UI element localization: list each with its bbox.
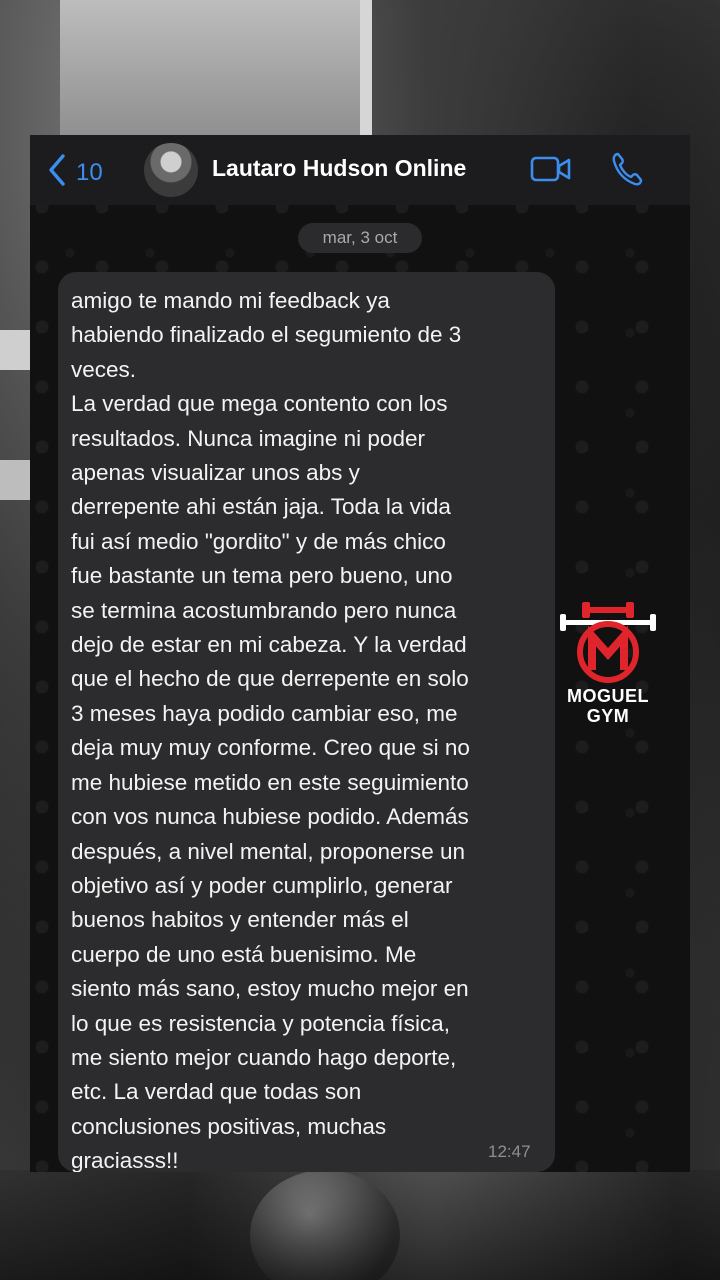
chevron-left-icon: [46, 153, 68, 192]
background-frame: [360, 0, 372, 140]
phone-call-icon[interactable]: [610, 151, 644, 192]
date-separator: mar, 3 oct: [298, 223, 422, 253]
message-timestamp: 12:47: [488, 1142, 531, 1161]
message-text: amigo te mando mi feedback ya habiendo f…: [71, 288, 470, 1172]
background-shelf: [0, 330, 30, 370]
unread-count: 10: [76, 158, 103, 186]
chat-header: 10 Lautaro Hudson Online: [30, 135, 690, 205]
back-button[interactable]: 10: [46, 153, 103, 192]
video-call-icon[interactable]: [530, 155, 572, 188]
avatar[interactable]: [144, 143, 198, 197]
background-floor: [0, 1170, 720, 1280]
background-window: [60, 0, 360, 140]
background-shelf: [0, 460, 30, 500]
logo-text: MOGUEL GYM: [558, 686, 658, 726]
contact-name[interactable]: Lautaro Hudson Online: [212, 155, 466, 182]
logo-line-2: GYM: [586, 706, 630, 726]
logo-line-1: MOGUEL: [567, 686, 649, 706]
